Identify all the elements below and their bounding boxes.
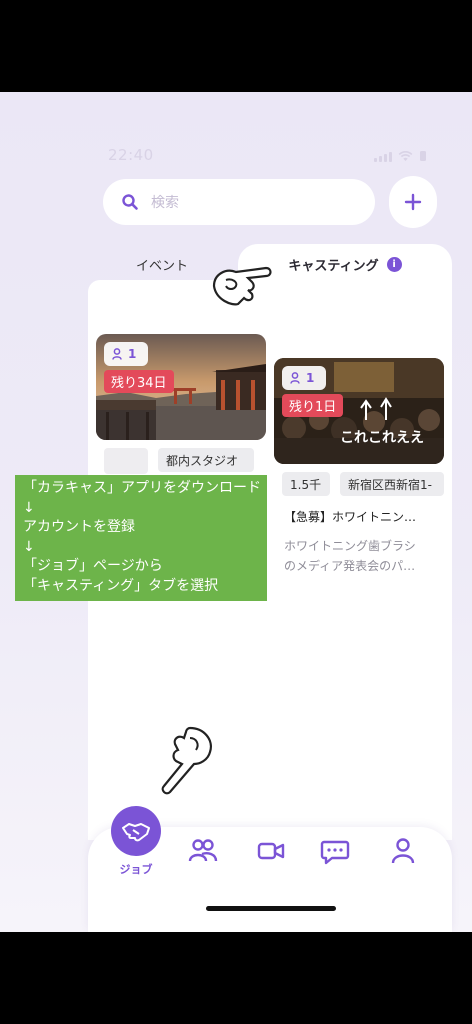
signal-icon: [374, 151, 392, 162]
instruction-annotation: 「カラキャス」アプリをダウンロード ↓ アカウントを登録 ↓ 「ジョブ」ページか…: [15, 475, 267, 601]
wifi-icon: [398, 150, 413, 161]
person-icon: [112, 348, 122, 360]
people-count: 1: [128, 347, 137, 361]
pointing-hand-down-icon: [161, 726, 212, 795]
add-button[interactable]: [389, 176, 437, 228]
card-description-line: ホワイトニング歯ブラシ: [284, 539, 416, 553]
card-description: ホワイトニング歯ブラシ のメディア発表会のパ…: [284, 536, 444, 576]
people-count: 1: [306, 371, 315, 385]
home-indicator[interactable]: [206, 906, 336, 911]
video-icon[interactable]: [256, 837, 286, 865]
status-bar: 22:40: [0, 146, 472, 170]
tag-image-placeholder: [104, 448, 148, 474]
nav-job-button[interactable]: [111, 806, 161, 856]
search-input[interactable]: 検索: [151, 192, 179, 212]
app-screen: 22:40 検索 イベント キャスティング i 1 残り34日 都内スタジオ こ…: [0, 92, 472, 932]
annotation-line: ↓: [23, 499, 35, 516]
tab-event-label: イベント: [135, 258, 188, 274]
nav-job-label[interactable]: ジョブ: [108, 861, 164, 877]
people-icon[interactable]: [188, 837, 218, 865]
info-icon[interactable]: i: [386, 256, 402, 272]
handshake-icon: [122, 823, 150, 842]
annotation-line: アカウントを登録: [23, 519, 135, 535]
tab-casting-label: キャスティング: [288, 258, 379, 274]
annotation-line: 「ジョブ」ページから: [23, 558, 163, 574]
remaining-days-badge: 残り1日: [282, 394, 344, 417]
search-bar[interactable]: 検索: [103, 179, 375, 225]
location-tag: 都内スタジオ: [158, 448, 254, 472]
status-icons: [374, 150, 427, 162]
plus-icon: [404, 193, 422, 211]
location-tag: 新宿区西新宿1-: [340, 472, 444, 496]
phone-frame: 22:40 検索 イベント キャスティング i 1 残り34日 都内スタジオ こ…: [0, 0, 472, 1024]
tab-event[interactable]: イベント: [110, 244, 214, 284]
annotation-line: 「キャスティング」タブを選択: [23, 577, 219, 594]
search-icon: [122, 194, 138, 210]
casting-card[interactable]: これこれええ 1 残り1日 1.5千 新宿区西新宿1- 【急募】ホワイトニン… …: [274, 358, 444, 578]
card-image-crowd: これこれええ 1 残り1日: [274, 358, 444, 464]
annotation-line: 「カラキャス」アプリをダウンロード: [23, 480, 261, 496]
status-time: 22:40: [108, 146, 154, 164]
battery-icon: [420, 151, 426, 161]
annotation-line: ↓: [23, 538, 35, 555]
card-image-shrine: 1 残り34日: [96, 334, 266, 440]
chat-icon[interactable]: [320, 837, 350, 865]
card-title: 【急募】ホワイトニン…: [284, 510, 417, 524]
reward-tag: 1.5千: [282, 472, 330, 496]
profile-icon[interactable]: [388, 837, 418, 865]
people-count-badge: 1: [104, 342, 148, 366]
casting-card[interactable]: 1 残り34日 都内スタジオ: [96, 334, 266, 474]
people-count-badge: 1: [282, 366, 326, 390]
pointing-hand-right-icon: [212, 266, 272, 306]
person-icon: [290, 372, 300, 384]
remaining-days-badge: 残り34日: [104, 370, 174, 393]
card-description-line: のメディア発表会のパ…: [284, 559, 416, 573]
image-overlay-text: これこれええ: [340, 430, 424, 446]
